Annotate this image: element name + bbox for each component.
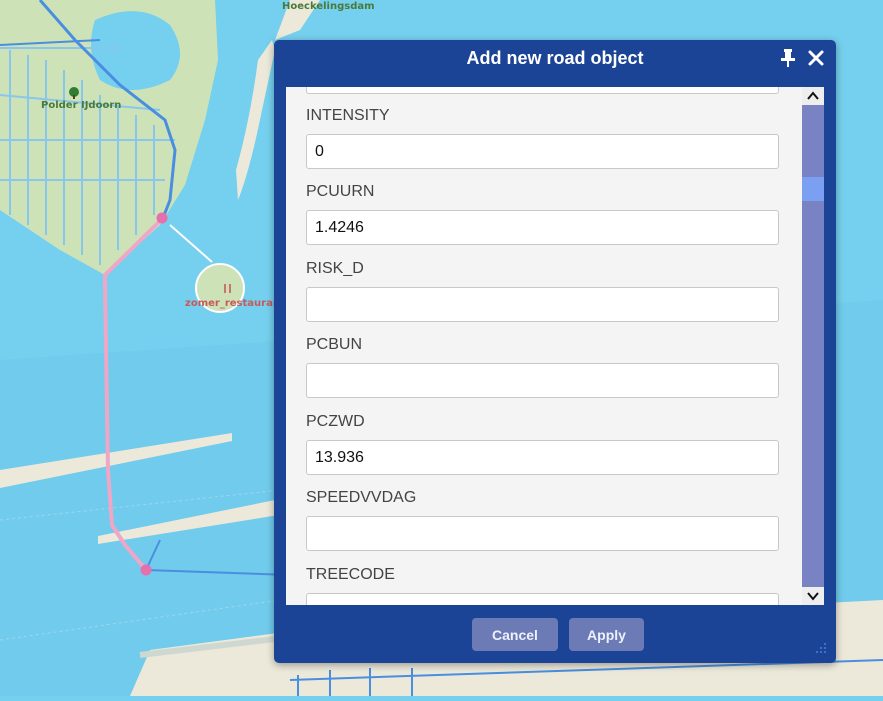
- resize-grip-icon[interactable]: [814, 641, 828, 655]
- field-label-pcbun: PCBUN: [306, 336, 363, 353]
- field-input-pcuurn[interactable]: [306, 210, 779, 245]
- scroll-up-button[interactable]: [802, 87, 824, 105]
- close-icon[interactable]: [806, 48, 826, 68]
- field-input-previous[interactable]: [306, 87, 779, 94]
- map-label-hoeckelingsdam: Hoeckelingsdam: [282, 1, 375, 12]
- field-label-risk-d: RISK_D: [306, 260, 364, 277]
- scroll-down-button[interactable]: [802, 587, 824, 605]
- dialog-title: Add new road object: [466, 48, 644, 68]
- chevron-down-icon: [807, 592, 819, 601]
- map-label-restaurant: zomer_restaurant: [185, 298, 285, 309]
- add-road-object-dialog: Add new road object INTENSITY PCUURN RIS…: [274, 40, 836, 663]
- field-input-risk-d[interactable]: [306, 287, 779, 322]
- chevron-up-icon: [807, 91, 819, 100]
- route-node[interactable]: [140, 564, 152, 576]
- field-input-pczwd[interactable]: [306, 440, 779, 475]
- pin-icon[interactable]: [779, 48, 797, 68]
- field-input-pcbun[interactable]: [306, 363, 779, 398]
- field-label-speedvvdag: SPEEDVVDAG: [306, 489, 417, 506]
- scrollbar[interactable]: [802, 87, 824, 605]
- scroll-thumb[interactable]: [802, 177, 824, 201]
- form-scroll-area[interactable]: INTENSITY PCUURN RISK_D PCBUN PCZWD SPEE…: [286, 87, 802, 605]
- dialog-header[interactable]: Add new road object: [274, 40, 836, 76]
- field-label-pczwd: PCZWD: [306, 413, 365, 430]
- field-input-speedvvdag[interactable]: [306, 516, 779, 551]
- field-label-treecode: TREECODE: [306, 566, 395, 583]
- field-label-pcuurn: PCUURN: [306, 183, 375, 200]
- map-label-polder: Polder IJdoorn: [41, 100, 122, 111]
- cancel-button[interactable]: Cancel: [472, 618, 558, 651]
- field-input-treecode[interactable]: [306, 593, 779, 605]
- apply-button[interactable]: Apply: [569, 618, 644, 651]
- field-label-intensity: INTENSITY: [306, 107, 390, 124]
- field-input-intensity[interactable]: [306, 134, 779, 169]
- route-node[interactable]: [156, 212, 168, 224]
